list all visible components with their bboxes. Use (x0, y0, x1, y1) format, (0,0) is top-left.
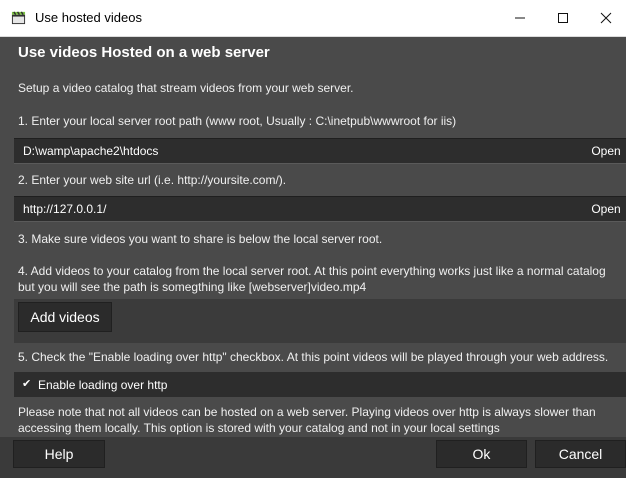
close-button[interactable] (584, 0, 626, 36)
add-videos-button[interactable]: Add videos (18, 302, 112, 332)
minimize-button[interactable] (498, 0, 542, 36)
step-1-text: 1. Enter your local server root path (ww… (18, 114, 457, 128)
cancel-button[interactable]: Cancel (535, 440, 626, 468)
ok-button[interactable]: Ok (436, 440, 527, 468)
step-2-text: 2. Enter your web site url (i.e. http://… (18, 173, 287, 187)
close-icon (600, 12, 612, 24)
maximize-icon (558, 13, 568, 23)
enable-http-label: Enable loading over http (38, 378, 168, 392)
title-bar: Use hosted videos (0, 0, 626, 37)
maximize-button[interactable] (541, 0, 585, 36)
site-url-open-button[interactable]: Open (586, 197, 626, 221)
clapperboard-icon (11, 11, 26, 25)
root-path-field[interactable]: D:\wamp\apache2\htdocs Open (14, 138, 626, 164)
step-3-text: 3. Make sure videos you want to share is… (18, 232, 383, 246)
step-5-text: 5. Check the "Enable loading over http" … (18, 350, 609, 364)
site-url-value: http://127.0.0.1/ (23, 202, 107, 216)
root-path-open-button[interactable]: Open (586, 139, 626, 163)
note-text: Please note that not all videos can be h… (18, 405, 596, 435)
window-title: Use hosted videos (35, 10, 142, 25)
step-4-text: 4. Add videos to your catalog from the l… (18, 264, 606, 294)
site-url-field[interactable]: http://127.0.0.1/ Open (14, 196, 626, 222)
footer-bar: Help Ok Cancel (0, 437, 626, 478)
minimize-icon (515, 17, 525, 19)
root-path-value: D:\wamp\apache2\htdocs (23, 144, 159, 158)
add-videos-panel: Add videos (14, 299, 626, 343)
dialog-heading: Use videos Hosted on a web server (18, 44, 270, 61)
help-button[interactable]: Help (13, 440, 105, 468)
enable-http-checkbox[interactable]: ✔ (22, 378, 34, 390)
intro-text: Setup a video catalog that stream videos… (18, 81, 354, 95)
enable-http-row[interactable]: ✔ Enable loading over http (14, 372, 626, 397)
hosted-videos-dialog: Use hosted videos Use videos Hosted on a… (0, 0, 626, 478)
